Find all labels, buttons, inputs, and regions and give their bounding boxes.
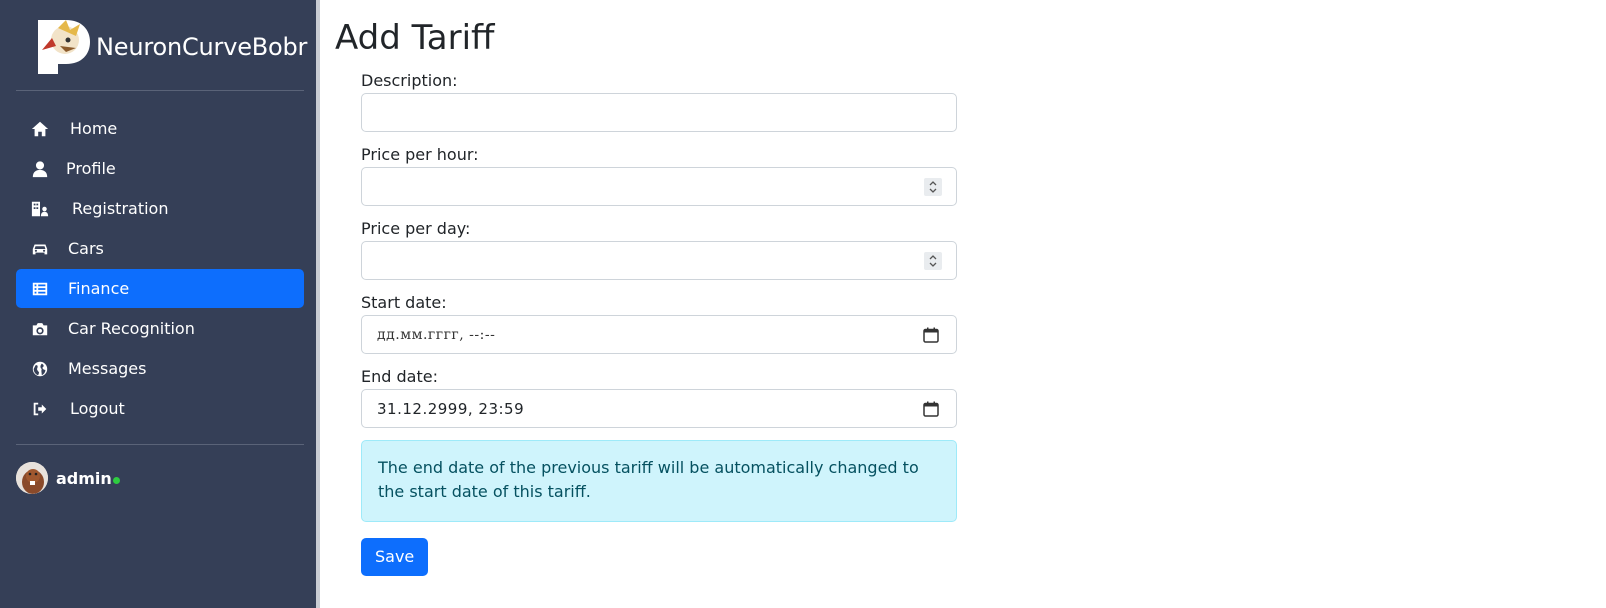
sidebar-divider — [16, 444, 304, 445]
price-day-input[interactable] — [361, 241, 957, 280]
user-menu[interactable]: admin — [16, 462, 120, 494]
sidebar-item-finance[interactable]: Finance — [16, 269, 304, 308]
sidebar-item-cars[interactable]: Cars — [16, 229, 304, 268]
sign-out-icon — [30, 399, 50, 419]
description-field-group: Description: — [361, 70, 957, 132]
sidebar-nav: Home Profile Registration Cars Finance C… — [16, 109, 304, 429]
sidebar-item-label: Messages — [68, 359, 147, 378]
sidebar-item-logout[interactable]: Logout — [16, 389, 304, 428]
sidebar: NeuronCurveBobr Home Profile Registratio… — [0, 0, 320, 608]
sidebar-item-label: Car Recognition — [68, 319, 195, 338]
globe-icon — [30, 359, 50, 379]
start-date-field-group: Start date: дд.мм.гггг, --:-- — [361, 292, 957, 354]
price-hour-field-group: Price per hour: — [361, 144, 957, 206]
online-status-dot — [112, 476, 120, 484]
building-user-icon — [30, 199, 50, 219]
sidebar-item-profile[interactable]: Profile — [16, 149, 304, 188]
sidebar-item-label: Home — [70, 119, 118, 138]
sidebar-item-label: Cars — [68, 239, 104, 258]
car-icon — [30, 239, 50, 259]
calendar-icon[interactable] — [922, 326, 940, 344]
logo-icon — [36, 18, 92, 76]
brand-name: NeuronCurveBobr — [96, 33, 308, 61]
end-date-input[interactable]: 31.12.2999, 23:59 — [361, 389, 957, 428]
user-icon — [30, 159, 50, 179]
username: admin — [56, 468, 112, 488]
home-icon — [30, 119, 50, 139]
start-date-input[interactable]: дд.мм.гггг, --:-- — [361, 315, 957, 354]
sidebar-item-messages[interactable]: Messages — [16, 349, 304, 388]
camera-icon — [30, 319, 50, 339]
end-date-label: End date: — [361, 367, 438, 386]
sidebar-item-label: Finance — [68, 279, 130, 298]
price-hour-label: Price per hour: — [361, 145, 479, 164]
description-label: Description: — [361, 71, 458, 90]
avatar — [16, 462, 48, 494]
number-spinner-icon[interactable] — [924, 252, 942, 270]
start-date-label: Start date: — [361, 293, 447, 312]
sidebar-divider — [16, 90, 304, 91]
sidebar-item-registration[interactable]: Registration — [16, 189, 304, 228]
brand[interactable]: NeuronCurveBobr — [36, 18, 307, 76]
sidebar-item-label: Profile — [66, 159, 116, 178]
end-date-value: 31.12.2999, 23:59 — [377, 399, 525, 418]
price-day-field-group: Price per day: — [361, 218, 957, 280]
sidebar-item-home[interactable]: Home — [16, 109, 304, 148]
number-spinner-icon[interactable] — [924, 178, 942, 196]
page-title: Add Tariff — [335, 18, 495, 58]
save-button[interactable]: Save — [361, 538, 429, 576]
add-tariff-form: Description: Price per hour: Price per d… — [361, 70, 957, 576]
table-list-icon — [30, 279, 50, 299]
sidebar-item-label: Registration — [72, 199, 169, 218]
calendar-icon[interactable] — [922, 400, 940, 418]
price-hour-input[interactable] — [361, 167, 957, 206]
price-day-label: Price per day: — [361, 219, 471, 238]
info-alert: The end date of the previous tariff will… — [361, 440, 957, 522]
sidebar-item-car-recognition[interactable]: Car Recognition — [16, 309, 304, 348]
sidebar-item-label: Logout — [70, 399, 125, 418]
description-input[interactable] — [361, 93, 957, 132]
end-date-field-group: End date: 31.12.2999, 23:59 — [361, 366, 957, 428]
start-date-value: дд.мм.гггг, --:-- — [377, 326, 496, 343]
